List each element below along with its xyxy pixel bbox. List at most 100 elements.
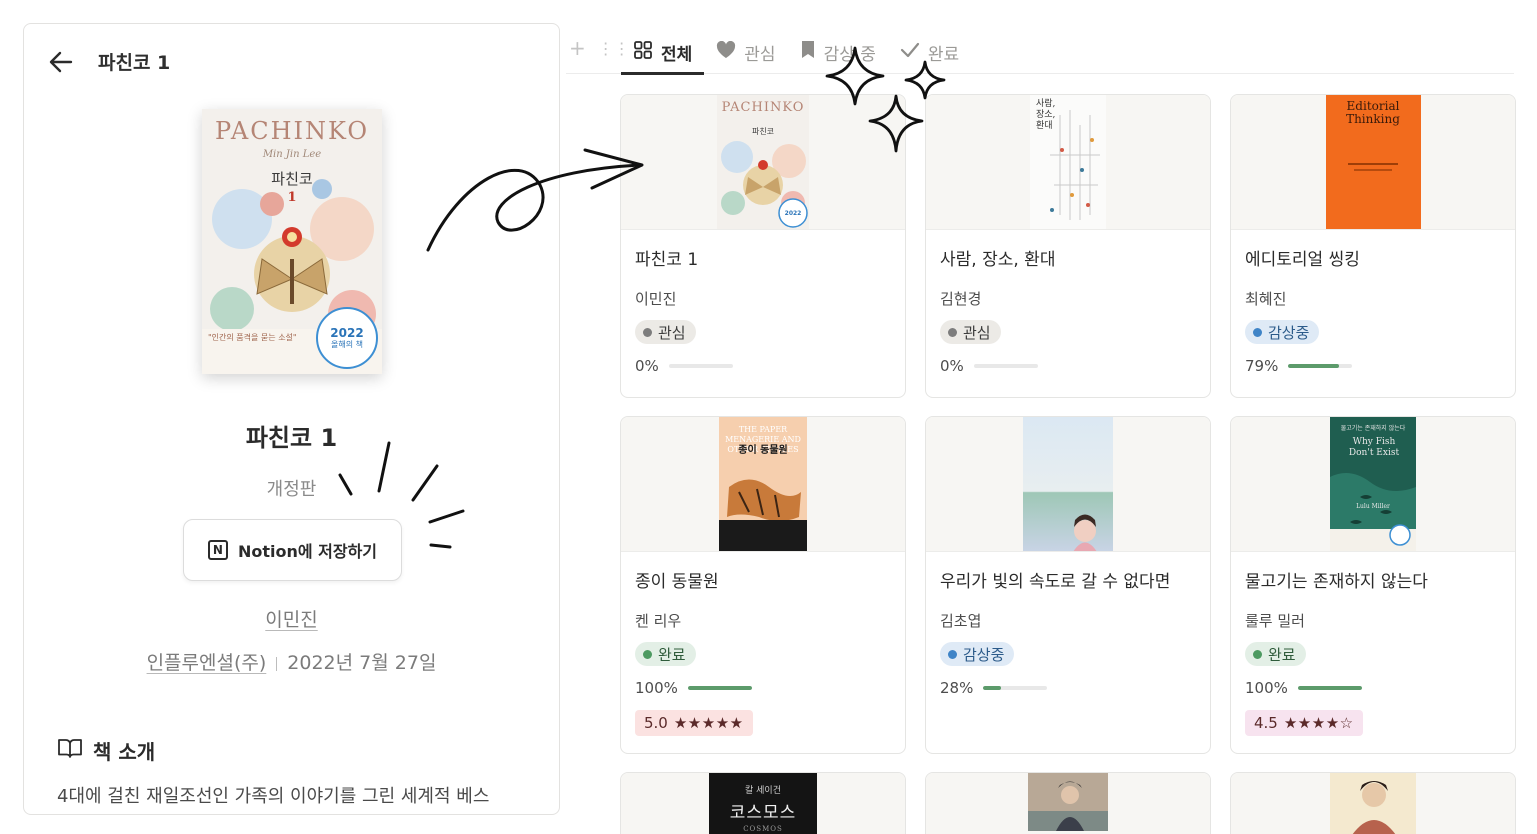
tab-all[interactable]: 전체 [621,30,705,75]
status-dot [948,327,957,337]
progress-label: 100% [635,679,678,697]
status-label: 관심 [658,323,686,342]
cover-title-en: PACHINKO [214,117,369,145]
progress-label: 28% [940,679,974,697]
progress: 0% [940,357,1038,375]
cover-title: Why Fish Don't Exist [1348,437,1400,458]
card-author: 이민진 [635,290,677,308]
status-badge: 관심 [940,320,1001,344]
tab-interest[interactable]: 관심 [704,30,787,74]
back-arrow-icon[interactable] [48,49,74,75]
card-author: 최혜진 [1245,290,1287,308]
tab-reading[interactable]: 감상 중 [788,30,888,74]
panel-title: 파친코 1 [98,52,171,74]
card-cover-area: 칼 세이건 코스모스 COSMOS [621,773,905,834]
progress: 100% [635,679,752,697]
cover-decoration [1347,163,1398,165]
add-view-icon[interactable]: + [569,36,586,60]
tab-done-label: 완료 [927,44,960,65]
tab-all-label: 전체 [661,44,693,65]
cover-top: 칼 세이건 [745,786,781,796]
book-card[interactable]: PACHINKO 파친코 2022 파친코 1 이민진 관심 0% [620,94,906,398]
book-card[interactable]: THE PAPER MENAGERIE AND OTHER STORIES 종이… [620,416,906,754]
cover-title: Editorial Thinking [1346,99,1400,126]
status-badge: 관심 [635,320,696,344]
card-cover-area: THE PAPER MENAGERIE AND OTHER STORIES 종이… [621,417,905,552]
progress-label: 100% [1245,679,1288,697]
tab-done[interactable]: 완료 [888,30,971,74]
publisher-link[interactable]: 인플루엔셜(주) [147,652,267,674]
card-title: 종이 동물원 [635,572,719,592]
card-cover: 사람, 장소, 환대 [1030,95,1106,229]
tab-interest-label: 관심 [744,44,776,65]
status-dot [1253,327,1262,337]
book-cover: PACHINKO Min Jin Lee 파친코 1 "인간의 품격을 묻는 소… [202,109,382,374]
cover-quote: "인간의 품격을 묻는 소설" [208,333,297,342]
book-card[interactable]: 사람, 장소, 환대 사람, 장소, 환대 김현경 관심 0% [925,94,1211,398]
card-author: 룰루 밀러 [1245,612,1305,630]
card-cover-area [926,773,1210,834]
grid-icon [633,40,653,65]
book-card[interactable] [1230,772,1516,834]
status-badge: 감상중 [940,642,1015,666]
heart-icon [716,40,736,64]
progress: 0% [635,357,733,375]
card-cover-area: PACHINKO 파친코 2022 [621,95,905,230]
progress-fill [983,686,1002,690]
status-label: 완료 [1268,645,1296,664]
intro-text: 4대에 걸친 재일조선인 가족의 이야기를 그린 세계적 베스 [57,786,490,807]
cover-title: 종이 동물원 [738,445,788,456]
status-label: 감상중 [963,645,1005,664]
status-dot [643,649,652,659]
book-card[interactable]: 물고기는 존재하지 않는다 Why Fish Don't Exist Lulu … [1230,416,1516,754]
card-title: 우리가 빛의 속도로 갈 수 없다면 [940,572,1171,592]
award-badge: 2022 올해의 책 [316,307,378,369]
card-cover [1028,773,1108,831]
cover-author-en: Min Jin Lee [262,149,322,160]
cover-volume: 1 [287,190,297,205]
status-badge: 감상중 [1245,320,1320,344]
intro-heading-label: 책 소개 [93,740,156,764]
book-card[interactable] [925,772,1211,834]
progress-bar [1288,364,1353,368]
author-link[interactable]: 이민진 [265,609,317,631]
progress-bar [668,364,733,368]
check-icon [900,42,920,63]
status-label: 완료 [658,645,686,664]
view-tabs: + ⋮⋮ 전체 관심 감상 중 완료 [566,30,1514,75]
notion-icon: N [207,540,228,560]
card-cover: Editorial Thinking [1325,95,1421,229]
progress: 28% [940,679,1048,697]
card-cover-area: 사람, 장소, 환대 [926,95,1210,230]
svg-text:PACHINKO: PACHINKO [722,100,805,115]
book-detail-panel: 파친코 1 PACHINKO Min Jin Lee 파친코 1 "인간의 품격… [23,23,560,815]
badge-year: 2022 [330,325,364,340]
card-cover: THE PAPER MENAGERIE AND OTHER STORIES 종이… [719,417,807,551]
card-title: 파친코 1 [635,250,699,270]
publish-date: 2022년 7월 27일 [287,652,437,674]
card-title: 물고기는 존재하지 않는다 [1245,572,1428,592]
cover-en-title: COSMOS [743,825,783,833]
cover-author: Lulu Miller [1356,503,1390,510]
rating-badge: 5.0 ★★★★★ [635,710,753,736]
status-label: 감상중 [1268,323,1310,342]
card-cover: 물고기는 존재하지 않는다 Why Fish Don't Exist Lulu … [1330,417,1416,551]
progress-fill [1288,364,1339,368]
progress-fill [687,686,752,690]
bookmark-icon [800,40,816,64]
card-cover-area [926,417,1210,552]
book-card[interactable]: 칼 세이건 코스모스 COSMOS [620,772,906,834]
progress-label: 0% [940,357,964,375]
publisher-row: 인플루엔셜(주) 2022년 7월 27일 [24,648,559,675]
progress-label: 79% [1245,357,1279,375]
card-cover-area: 물고기는 존재하지 않는다 Why Fish Don't Exist Lulu … [1231,417,1515,552]
card-cover [1330,773,1416,834]
card-cover: 칼 세이건 코스모스 COSMOS [709,773,817,834]
svg-text:2022: 2022 [785,210,802,217]
save-to-notion-button[interactable]: N Notion에 저장하기 [183,519,402,581]
card-cover-area [1231,773,1515,834]
book-card[interactable]: 우리가 빛의 속도로 갈 수 없다면 김초엽 감상중 28% [925,416,1211,754]
book-card[interactable]: Editorial Thinking 에디토리얼 씽킹 최혜진 감상중 79% [1230,94,1516,398]
book-title: 파친코 1 [245,424,338,452]
panel-header: 파친코 1 [48,48,170,75]
